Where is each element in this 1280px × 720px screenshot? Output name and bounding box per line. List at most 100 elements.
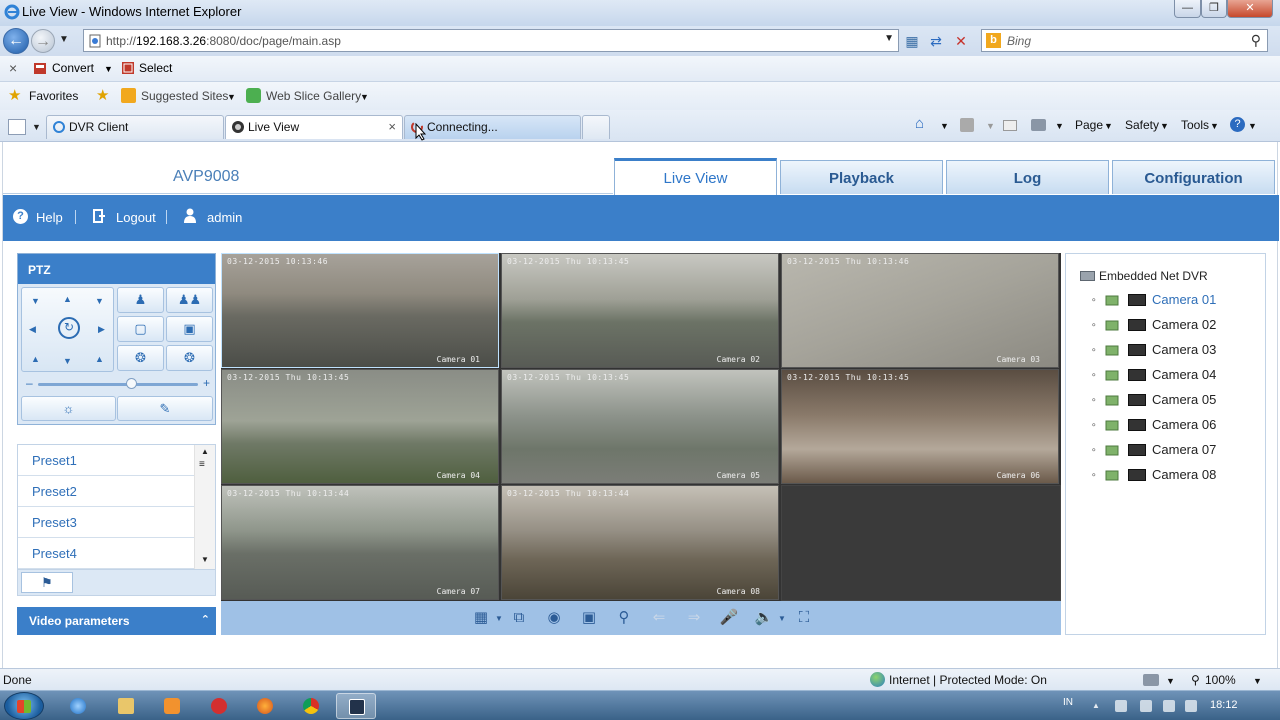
record-icon[interactable]: ▣	[579, 608, 599, 628]
tab-dvr-client[interactable]: DVR Client	[46, 115, 224, 139]
speed-decrease-icon[interactable]: –	[26, 376, 33, 390]
show-hidden-icons[interactable]: ▲	[1092, 701, 1104, 713]
ptz-auto-pan-button[interactable]: ↻	[58, 317, 80, 339]
taskbar-explorer[interactable]	[106, 693, 146, 719]
read-mail-icon[interactable]	[1003, 120, 1017, 131]
focus-near-button[interactable]: ▢	[117, 316, 164, 342]
tab-list-dropdown-icon[interactable]: ▼	[32, 122, 41, 132]
next-page-icon[interactable]: ⇒	[684, 608, 704, 628]
protected-mode-icon[interactable]	[1143, 674, 1159, 686]
quick-tabs-icon[interactable]	[8, 119, 26, 135]
convert-dropdown-icon[interactable]: ▼	[104, 64, 113, 74]
page-menu[interactable]: Page	[1075, 118, 1103, 132]
taskbar-media-player[interactable]	[152, 693, 192, 719]
start-button[interactable]	[4, 692, 44, 720]
ptz-right-button[interactable]: ▶	[98, 324, 105, 335]
ptz-up-button[interactable]: ▲	[63, 294, 72, 304]
start-all-preview-icon[interactable]: ⧉	[509, 608, 529, 628]
tab-playback[interactable]: Playback	[780, 160, 943, 194]
taskbar-firefox[interactable]	[245, 693, 285, 719]
capture-icon[interactable]: ◉	[544, 608, 564, 628]
home-dropdown-icon[interactable]: ▼	[940, 121, 949, 131]
scroll-down-icon[interactable]: ▼	[201, 555, 209, 564]
focus-far-button[interactable]: ▣	[166, 316, 213, 342]
taskbar-chrome[interactable]	[291, 693, 331, 719]
close-toolbar-icon[interactable]: ×	[9, 60, 17, 76]
convert-button[interactable]: Convert	[52, 61, 94, 75]
zone-dropdown-icon[interactable]: ▼	[1166, 676, 1175, 686]
forward-button[interactable]: →	[31, 29, 55, 53]
ptz-header[interactable]: PTZ	[18, 254, 215, 284]
address-bar[interactable]: http://192.168.3.26:8080/doc/page/main.a…	[83, 29, 899, 52]
suggested-sites-link[interactable]: Suggested Sites	[141, 89, 228, 103]
previous-page-icon[interactable]: ⇐	[649, 608, 669, 628]
scroll-up-icon[interactable]: ▲	[201, 447, 209, 456]
zoom-in-button[interactable]: ♟	[117, 287, 164, 313]
tools-dropdown-icon[interactable]: ▼	[1210, 121, 1219, 131]
tab-configuration[interactable]: Configuration	[1112, 160, 1275, 194]
print-icon[interactable]	[1031, 119, 1046, 131]
fullscreen-icon[interactable]: ⛶	[794, 608, 814, 628]
page-dropdown-icon[interactable]: ▼	[1104, 121, 1113, 131]
call-preset-button[interactable]: ⚑	[21, 572, 73, 593]
camera-view-1[interactable]: 03-12-2015 10:13:46 Camera 01	[221, 253, 499, 368]
web-slice-dropdown-icon[interactable]: ▼	[360, 92, 369, 102]
taskbar-ie[interactable]	[58, 693, 98, 719]
volume-dropdown-icon[interactable]: ▼	[772, 609, 792, 629]
camera-view-3[interactable]: 03-12-2015 Thu 10:13:46 Camera 03	[781, 253, 1059, 368]
ptz-down-button[interactable]: ▼	[63, 356, 72, 366]
ptz-speed-slider[interactable]: – +	[21, 376, 213, 391]
iris-close-button[interactable]: ❂	[166, 345, 213, 371]
ptz-down-right-button[interactable]: ▲	[95, 354, 104, 364]
tab-log[interactable]: Log	[946, 160, 1109, 194]
volume-icon[interactable]	[1163, 700, 1175, 712]
help-link[interactable]: Help	[36, 210, 63, 225]
microphone-icon[interactable]: 🎤	[719, 608, 739, 628]
print-dropdown-icon[interactable]: ▼	[1055, 121, 1064, 131]
help-dropdown-icon[interactable]: ▼	[1248, 121, 1257, 131]
layout-dropdown-icon[interactable]: ▼	[489, 609, 509, 629]
tab-connecting[interactable]: Connecting...	[404, 115, 581, 139]
taskbar-dvr-app[interactable]	[336, 693, 376, 719]
tab-live-view[interactable]: Live View ×	[225, 115, 403, 139]
favorites-button[interactable]: Favorites	[29, 89, 78, 103]
camera-view-2[interactable]: 03-12-2015 Thu 10:13:45 Camera 02	[501, 253, 779, 368]
web-slice-gallery-link[interactable]: Web Slice Gallery	[266, 89, 361, 103]
safety-menu[interactable]: Safety	[1125, 118, 1159, 132]
recent-pages-dropdown[interactable]: ▼	[59, 34, 69, 45]
tree-root[interactable]: Embedded Net DVR	[1080, 269, 1208, 283]
camera-view-4[interactable]: 03-12-2015 Thu 10:13:45 Camera 04	[221, 369, 499, 484]
ptz-up-left-button[interactable]: ▼	[31, 296, 40, 306]
camera-view-empty[interactable]	[781, 485, 1061, 601]
power-icon[interactable]	[1185, 700, 1197, 712]
add-favorite-icon[interactable]: ★	[96, 86, 109, 104]
taskbar-opera[interactable]	[199, 693, 239, 719]
help-icon[interactable]: ?	[1230, 117, 1245, 132]
stop-icon[interactable]: ✕	[951, 31, 971, 51]
preset-item-2[interactable]: Preset2	[18, 476, 194, 507]
video-parameters-header[interactable]: Video parameters ⌃	[17, 607, 216, 635]
camera-view-6[interactable]: 03-12-2015 Thu 10:13:45 Camera 06	[781, 369, 1059, 484]
camera-view-7[interactable]: 03-12-2015 Thu 10:13:44 Camera 07	[221, 485, 499, 600]
select-button[interactable]: Select	[139, 61, 172, 75]
home-icon[interactable]: ⌂	[915, 115, 924, 132]
feeds-icon[interactable]	[960, 118, 974, 132]
speed-increase-icon[interactable]: +	[203, 376, 210, 390]
address-dropdown-icon[interactable]: ▼	[884, 33, 894, 44]
zoom-dropdown-icon[interactable]: ▼	[1253, 676, 1262, 686]
logout-link[interactable]: Logout	[116, 210, 156, 225]
camera-view-5[interactable]: 03-12-2015 Thu 10:13:45 Camera 05	[501, 369, 779, 484]
back-button[interactable]: ←	[3, 28, 29, 54]
security-zone[interactable]: Internet | Protected Mode: On	[889, 673, 1047, 687]
language-indicator[interactable]: IN	[1063, 697, 1073, 708]
refresh-icon[interactable]: ⇄	[926, 31, 946, 51]
zoom-out-button[interactable]: ♟♟	[166, 287, 213, 313]
preset-item-3[interactable]: Preset3	[18, 507, 194, 538]
compatibility-view-icon[interactable]: ▦	[902, 31, 922, 51]
feeds-dropdown-icon[interactable]: ▼	[986, 121, 995, 131]
slider-thumb[interactable]	[125, 378, 137, 389]
action-center-icon[interactable]	[1115, 700, 1127, 712]
safety-dropdown-icon[interactable]: ▼	[1160, 121, 1169, 131]
ptz-left-button[interactable]: ◀	[29, 324, 36, 335]
preset-item-4[interactable]: Preset4	[18, 538, 194, 569]
